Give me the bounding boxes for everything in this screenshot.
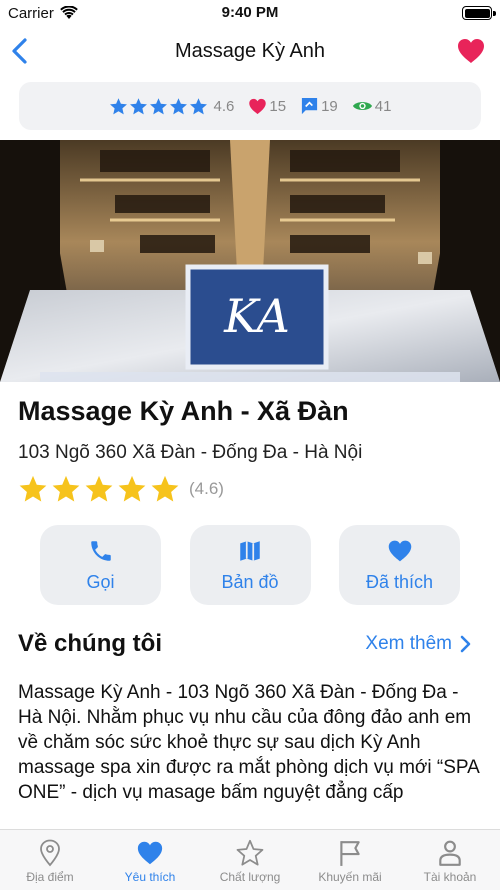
place-photo: KA — [0, 140, 500, 382]
tab-places[interactable]: Địa điểm — [0, 830, 100, 890]
call-button[interactable]: Gọi — [40, 525, 161, 605]
comment-flag-icon — [301, 97, 318, 114]
star-icon — [52, 475, 80, 502]
heart-icon — [388, 540, 411, 561]
page-title: Massage Kỳ Anh — [174, 40, 326, 62]
liked-label: Đã thích — [365, 571, 434, 592]
svg-text:KA: KA — [223, 289, 290, 343]
liked-button[interactable]: Đã thích — [339, 525, 460, 605]
heart-icon — [137, 841, 163, 865]
map-label: Bản đồ — [221, 571, 279, 592]
views-stat: 41 — [352, 97, 392, 115]
tab-label: Khuyến mãi — [318, 870, 382, 884]
star-icon — [169, 97, 187, 114]
tab-label: Địa điểm — [26, 870, 74, 884]
tab-quality[interactable]: Chất lượng — [200, 830, 300, 890]
star-icon — [85, 475, 113, 502]
tab-bar: Địa điểm Yêu thích Chất lượng Khuyến mãi… — [0, 829, 500, 890]
rating-text: (4.6) — [189, 479, 224, 498]
place-address: 103 Ngõ 360 Xã Đàn - Đống Đa - Hà Nội — [18, 442, 363, 463]
phone-icon — [90, 540, 111, 561]
star-icon — [19, 475, 47, 502]
rating-value: 4.6 — [213, 97, 235, 115]
views-count: 41 — [374, 97, 392, 115]
tab-account[interactable]: Tài khoản — [400, 830, 500, 890]
tab-label: Tài khoản — [423, 870, 477, 884]
location-pin-icon — [40, 839, 60, 867]
status-time: 9:40 PM — [221, 4, 279, 21]
stats-bar: 4.6 15 19 41 — [19, 82, 481, 130]
favorite-heart-icon[interactable] — [456, 36, 486, 66]
rating-row: (4.6) — [18, 474, 224, 504]
star-icon — [129, 97, 147, 114]
comments-count: 19 — [321, 97, 338, 115]
place-title: Massage Kỳ Anh - Xã Đàn — [18, 396, 349, 426]
tab-label: Chất lượng — [219, 870, 281, 884]
back-chevron-icon[interactable] — [8, 36, 34, 66]
star-icon — [118, 475, 146, 502]
rating-stars-small — [109, 97, 208, 116]
star-icon — [109, 97, 127, 114]
map-button[interactable]: Bản đồ — [189, 525, 311, 605]
see-more-label: Xem thêm — [365, 633, 452, 654]
user-icon — [439, 840, 461, 866]
likes-count: 15 — [269, 97, 287, 115]
heart-icon — [249, 98, 267, 114]
star-icon — [149, 97, 167, 114]
tab-favorites[interactable]: Yêu thích — [100, 830, 200, 890]
call-label: Gọi — [86, 571, 115, 592]
likes-stat: 15 — [248, 97, 286, 116]
comments-stat: 19 — [300, 97, 338, 116]
star-icon — [151, 475, 179, 502]
status-bar: Carrier 9:40 PM — [0, 0, 500, 26]
nav-bar: Massage Kỳ Anh — [0, 28, 500, 74]
action-buttons: Gọi Bản đồ Đã thích — [40, 525, 460, 605]
battery-icon — [462, 6, 496, 20]
about-heading: Về chúng tôi — [18, 630, 162, 657]
star-icon — [236, 839, 264, 866]
tab-promotions[interactable]: Khuyến mãi — [300, 830, 400, 890]
map-icon — [240, 540, 260, 561]
tab-label: Yêu thích — [124, 870, 176, 884]
eye-icon — [352, 102, 372, 110]
star-icon — [189, 97, 207, 114]
flag-icon — [340, 841, 360, 866]
about-text: Massage Kỳ Anh - 103 Ngõ 360 Xã Đàn - Đố… — [18, 682, 479, 803]
chevron-right-icon — [460, 635, 471, 653]
see-more-link[interactable]: Xem thêm — [365, 633, 472, 655]
